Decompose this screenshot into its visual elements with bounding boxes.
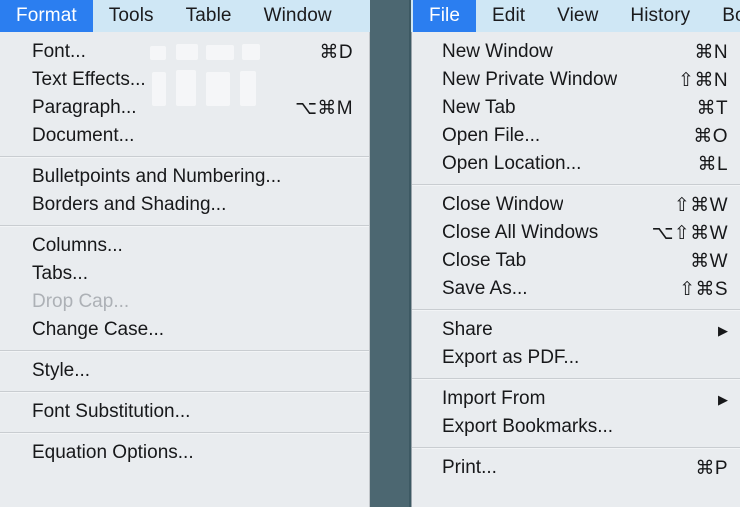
left-menubar[interactable]: FormatToolsTableWindow xyxy=(0,0,370,32)
menubar-item-tools[interactable]: Tools xyxy=(93,0,170,32)
menu-item-shortcut: ⇧⌘S xyxy=(679,278,728,301)
menubar-item-bo[interactable]: Bo xyxy=(706,0,740,32)
menu-item-new-private-window[interactable]: New Private Window ⇧⌘N xyxy=(412,66,740,94)
file-menu-panel: New Window⌘NNew Private Window⇧⌘NNew Tab… xyxy=(411,32,740,507)
menu-item-label: Change Case... xyxy=(32,319,164,341)
menu-item-bulletpoints-and-numbering[interactable]: Bulletpoints and Numbering... xyxy=(0,163,369,191)
menu-item-paragraph[interactable]: Paragraph... ⌥⌘M xyxy=(0,94,369,122)
file-menu-items[interactable]: New Window⌘NNew Private Window⇧⌘NNew Tab… xyxy=(412,32,740,482)
desktop-gap-top xyxy=(370,0,411,32)
menu-item-shortcut: ⌘T xyxy=(697,97,728,120)
menu-item-label: Style... xyxy=(32,360,90,382)
menu-item-label: Open File... xyxy=(442,125,540,147)
menu-separator xyxy=(0,350,369,351)
menu-item-open-location[interactable]: Open Location... ⌘L xyxy=(412,150,740,178)
menu-item-label: Font... xyxy=(32,41,86,63)
menu-item-label: Borders and Shading... xyxy=(32,194,226,216)
format-menu-panel: Font... ⌘D Text Effects... Paragraph... ⌥⌘M D… xyxy=(0,32,370,507)
menu-item-export-as-pdf[interactable]: Export as PDF... xyxy=(412,344,740,372)
menubar-item-history[interactable]: History xyxy=(614,0,706,32)
menu-item-document[interactable]: Document... xyxy=(0,122,369,150)
menu-item-save-as[interactable]: Save As... ⇧⌘S xyxy=(412,275,740,303)
menu-item-import-from[interactable]: Import From ▶ xyxy=(412,385,740,413)
menu-item-shortcut: ⇧⌘N xyxy=(678,69,728,92)
menu-item-new-tab[interactable]: New Tab ⌘T xyxy=(412,94,740,122)
menubar-item-format[interactable]: Format xyxy=(0,0,93,32)
menubar-item-view[interactable]: View xyxy=(541,0,614,32)
menu-item-print[interactable]: Print... ⌘P xyxy=(412,454,740,482)
menu-item-label: Drop Cap... xyxy=(32,291,129,313)
menu-item-font[interactable]: Font... ⌘D xyxy=(0,38,369,66)
menu-separator xyxy=(0,156,369,157)
menu-item-shortcut: ⌘P xyxy=(696,457,728,480)
menu-item-shortcut: ⌥⌘M xyxy=(295,97,353,120)
menu-item-label: Close Window xyxy=(442,194,563,216)
menu-separator xyxy=(0,225,369,226)
menu-item-share[interactable]: Share ▶ xyxy=(412,316,740,344)
menu-item-shortcut: ⌘D xyxy=(319,41,353,64)
menu-item-label: Import From xyxy=(442,388,545,410)
menu-separator xyxy=(0,432,369,433)
submenu-arrow-icon: ▶ xyxy=(718,393,728,406)
menu-item-style[interactable]: Style... xyxy=(0,357,369,385)
screen: FormatToolsTableWindow Font... ⌘D Text Eff… xyxy=(0,0,740,507)
menu-item-open-file[interactable]: Open File... ⌘O xyxy=(412,122,740,150)
menu-item-label: Font Substitution... xyxy=(32,401,190,423)
menu-separator xyxy=(412,184,740,185)
menu-item-label: Bulletpoints and Numbering... xyxy=(32,166,281,188)
menubar-item-file[interactable]: File xyxy=(413,0,476,32)
menu-item-label: Open Location... xyxy=(442,153,581,175)
menu-item-shortcut: ⌘W xyxy=(690,250,728,273)
menu-item-text-effects[interactable]: Text Effects... xyxy=(0,66,369,94)
menu-item-equation-options[interactable]: Equation Options... xyxy=(0,439,369,467)
menu-item-label: Save As... xyxy=(442,278,528,300)
menu-item-label: New Private Window xyxy=(442,69,617,91)
menu-item-shortcut: ⌘L xyxy=(698,153,728,176)
menu-item-label: Tabs... xyxy=(32,263,88,285)
menu-item-close-all-windows[interactable]: Close All Windows ⌥⇧⌘W xyxy=(412,219,740,247)
submenu-arrow-icon: ▶ xyxy=(718,324,728,337)
menu-item-export-bookmarks[interactable]: Export Bookmarks... xyxy=(412,413,740,441)
menu-item-label: Columns... xyxy=(32,235,123,257)
menu-item-label: Close Tab xyxy=(442,250,526,272)
menu-item-shortcut: ⌘O xyxy=(693,125,728,148)
menu-item-change-case[interactable]: Change Case... xyxy=(0,316,369,344)
menu-separator xyxy=(0,391,369,392)
menu-item-label: Paragraph... xyxy=(32,97,137,119)
menu-item-close-window[interactable]: Close Window ⇧⌘W xyxy=(412,191,740,219)
menu-item-label: Export Bookmarks... xyxy=(442,416,613,438)
menu-separator xyxy=(412,447,740,448)
format-menu-items[interactable]: Font... ⌘D Text Effects... Paragraph... ⌥⌘M D… xyxy=(0,32,369,467)
menu-item-label: New Window xyxy=(442,41,553,63)
menu-item-label: Close All Windows xyxy=(442,222,598,244)
menu-item-new-window[interactable]: New Window ⌘N xyxy=(412,38,740,66)
menu-item-borders-and-shading[interactable]: Borders and Shading... xyxy=(0,191,369,219)
menu-item-label: Export as PDF... xyxy=(442,347,579,369)
menu-item-drop-cap: Drop Cap... xyxy=(0,288,369,316)
menu-item-label: Equation Options... xyxy=(32,442,194,464)
menubar-item-edit[interactable]: Edit xyxy=(476,0,541,32)
menubar-item-window[interactable]: Window xyxy=(248,0,348,32)
menu-item-shortcut: ⇧⌘W xyxy=(674,194,728,217)
menu-item-label: New Tab xyxy=(442,97,516,119)
menu-item-columns[interactable]: Columns... xyxy=(0,232,369,260)
web-browser-window: FileEditViewHistoryBo New Window⌘NNew Pr… xyxy=(411,0,740,507)
menubar-item-table[interactable]: Table xyxy=(170,0,248,32)
menu-separator xyxy=(412,378,740,379)
desktop-background xyxy=(370,0,411,507)
right-menubar[interactable]: FileEditViewHistoryBo xyxy=(411,0,740,32)
menu-item-label: Print... xyxy=(442,457,497,479)
menu-item-tabs[interactable]: Tabs... xyxy=(0,260,369,288)
menu-item-font-substitution[interactable]: Font Substitution... xyxy=(0,398,369,426)
menu-item-label: Text Effects... xyxy=(32,69,146,91)
word-processor-window: FormatToolsTableWindow Font... ⌘D Text Eff… xyxy=(0,0,370,507)
menu-item-shortcut: ⌥⇧⌘W xyxy=(652,222,728,245)
menu-item-label: Document... xyxy=(32,125,134,147)
menu-separator xyxy=(412,309,740,310)
menu-item-label: Share xyxy=(442,319,493,341)
menu-item-shortcut: ⌘N xyxy=(694,41,728,64)
menu-item-close-tab[interactable]: Close Tab ⌘W xyxy=(412,247,740,275)
